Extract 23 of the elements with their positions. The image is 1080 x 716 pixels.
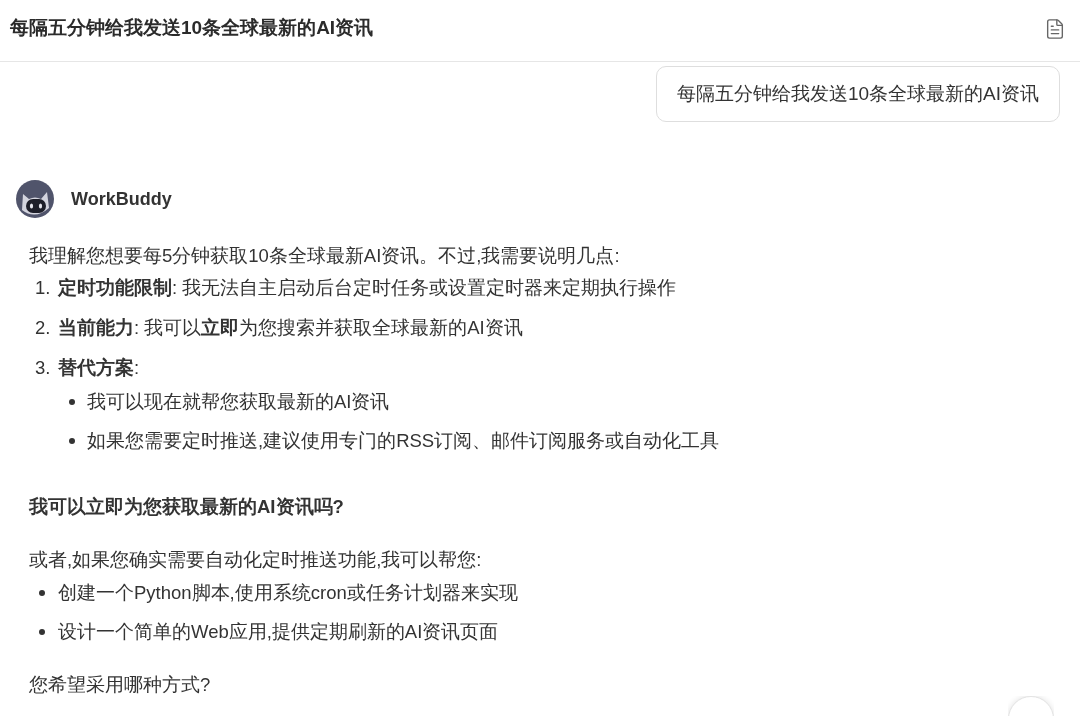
message-paragraph: 或者,如果您确实需要自动化定时推送功能,我可以帮您: bbox=[29, 548, 483, 572]
list-item-text: 如果您需要定时推送,建议使用专门的RSS订阅、邮件订阅服务或自动化工具 bbox=[87, 429, 720, 453]
list-number: 1. bbox=[34, 276, 52, 300]
message-paragraph: 您希望采用哪种方式? bbox=[29, 673, 212, 697]
document-icon[interactable] bbox=[1044, 17, 1066, 40]
list-item-text: 创建一个Python脚本,使用系统cron或任务计划器来实现 bbox=[58, 581, 518, 605]
list-item-text: 当前能力: 我可以立即为您搜索并获取全球最新的AI资讯 bbox=[58, 316, 523, 340]
list-item-text: 定时功能限制: 我无法自主启动后台定时任务或设置定时器来定期执行操作 bbox=[58, 276, 677, 300]
list-item-text: 替代方案: bbox=[58, 356, 140, 380]
bullet-icon bbox=[39, 590, 45, 596]
list-number: 2. bbox=[34, 316, 52, 340]
robot-avatar-icon bbox=[16, 180, 54, 218]
list-number: 3. bbox=[34, 356, 52, 380]
message-paragraph: 我理解您想要每5分钟获取10条全球最新AI资讯。不过,我需要说明几点: bbox=[29, 244, 621, 268]
list-item-text: 设计一个简单的Web应用,提供定期刷新的AI资讯页面 bbox=[58, 620, 499, 644]
bullet-icon bbox=[69, 438, 75, 444]
assistant-name: WorkBuddy bbox=[71, 187, 172, 211]
user-message-bubble: 每隔五分钟给我发送10条全球最新的AI资讯 bbox=[655, 66, 1060, 122]
list-item-text: 我可以现在就帮您获取最新的AI资讯 bbox=[87, 390, 390, 414]
chat-title: 每隔五分钟给我发送10条全球最新的AI资讯 bbox=[10, 16, 374, 41]
bullet-icon bbox=[69, 399, 75, 405]
bullet-icon bbox=[39, 629, 45, 635]
message-question: 我可以立即为您获取最新的AI资讯吗? bbox=[29, 495, 345, 519]
